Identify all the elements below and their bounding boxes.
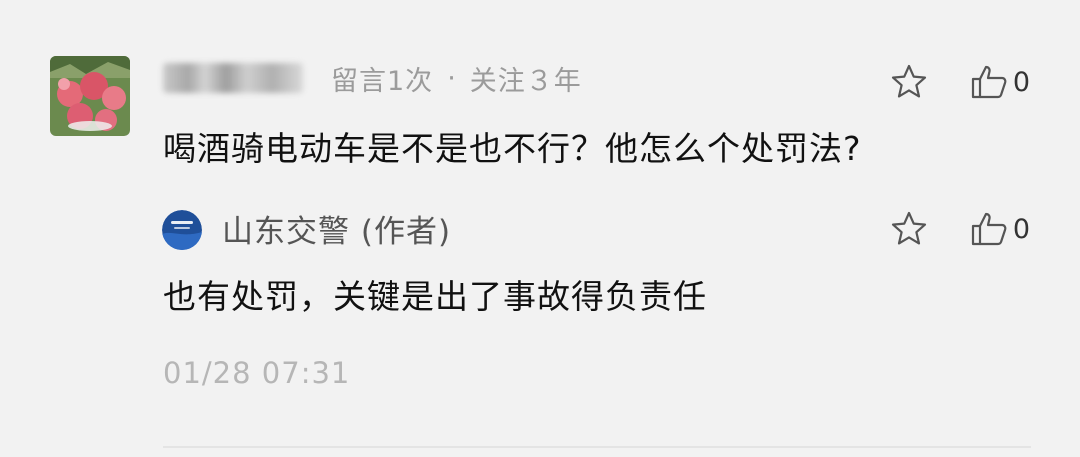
comment-text: 喝酒骑电动车是不是也不行？他怎么个处罚法? xyxy=(163,129,862,168)
comment-timestamp: 01/28 07:31 xyxy=(163,356,351,390)
thumbs-up-icon xyxy=(971,65,1007,99)
thumbs-up-icon xyxy=(971,212,1007,246)
follow-duration: 关注３年 xyxy=(469,65,582,97)
blurred-username xyxy=(163,63,303,93)
reply-actions: 0 xyxy=(889,207,1030,251)
reply-like-button[interactable]: 0 xyxy=(969,209,1030,249)
reply-star-button[interactable] xyxy=(889,209,929,249)
meta-separator: · xyxy=(447,62,456,94)
divider xyxy=(163,446,1031,448)
reply-like-count: 0 xyxy=(1012,213,1030,245)
author-avatar-image xyxy=(162,210,202,250)
like-button[interactable]: 0 xyxy=(969,62,1030,102)
reply-author[interactable]: 山东交警 (作者) xyxy=(222,206,451,251)
comment-meta: 留言1次 · 关注３年 xyxy=(163,56,582,100)
avatar-image xyxy=(50,56,130,136)
author-avatar[interactable] xyxy=(162,210,202,250)
comment-card: 留言1次 · 关注３年 0 喝酒骑电动车是不是也不行？他怎么个处罚法? 山东交警… xyxy=(0,0,1080,457)
reply-text: 也有处罚，关键是出了事故得负责任 xyxy=(163,277,707,316)
like-count: 0 xyxy=(1012,66,1030,98)
commenter-avatar[interactable] xyxy=(50,56,130,136)
star-icon xyxy=(891,211,926,245)
star-button[interactable] xyxy=(889,62,929,102)
comment-actions: 0 xyxy=(889,60,1030,104)
message-count: 留言1次 xyxy=(331,65,434,97)
star-icon xyxy=(891,64,926,98)
